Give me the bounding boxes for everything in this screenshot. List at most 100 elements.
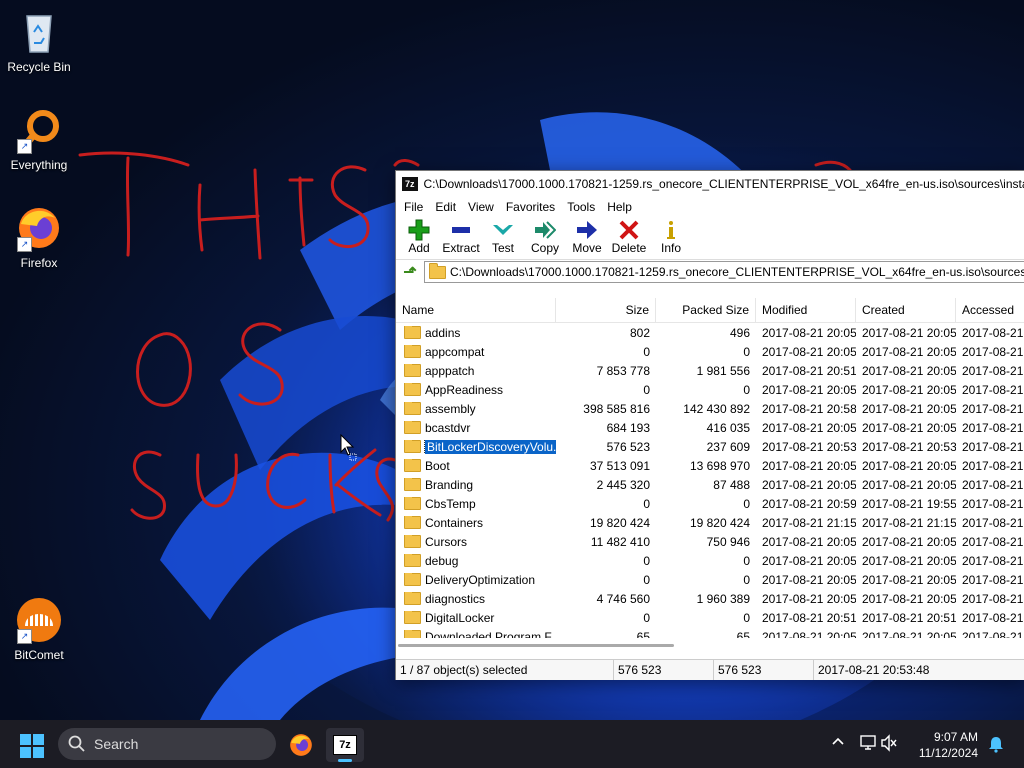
taskbar-app-7zip[interactable]: 7z bbox=[326, 728, 364, 762]
desktop-icon-recycle-bin[interactable]: Recycle Bin bbox=[1, 8, 77, 74]
taskbar-search-box[interactable]: Search bbox=[58, 728, 276, 760]
file-row[interactable]: Branding 2 445 320 87 488 2017-08-21 20:05 2… bbox=[396, 475, 1024, 494]
file-row[interactable]: AppReadiness 0 0 2017-08-21 20:05 2017-08-21… bbox=[396, 380, 1024, 399]
start-button[interactable] bbox=[20, 734, 44, 758]
desktop-icon-bitcomet[interactable]: ↗ BitComet bbox=[1, 596, 77, 662]
file-accessed: 2017-08-21 ... bbox=[962, 629, 1024, 639]
file-modified: 2017-08-21 20:05 bbox=[762, 458, 856, 473]
volume-muted-icon bbox=[881, 734, 897, 752]
file-row[interactable]: Containers 19 820 424 19 820 424 2017-08-21… bbox=[396, 513, 1024, 532]
column-header-name[interactable]: Name bbox=[396, 298, 556, 322]
file-modified: 2017-08-21 20:58 bbox=[762, 401, 856, 416]
folder-icon bbox=[404, 629, 421, 638]
7zip-file-manager-window[interactable]: 7z C:\Downloads\17000.1000.170821-1259.r… bbox=[395, 170, 1024, 680]
file-modified: 2017-08-21 20:05 bbox=[762, 477, 856, 492]
column-header-accessed[interactable]: Accessed bbox=[956, 298, 1024, 322]
file-row[interactable]: DeliveryOptimization 0 0 2017-08-21 20:05 20… bbox=[396, 570, 1024, 589]
taskbar-clock[interactable]: 9:07 AM 11/12/2024 bbox=[908, 729, 978, 761]
show-hidden-icons-button[interactable] bbox=[830, 734, 846, 753]
move-button[interactable]: Move bbox=[566, 217, 608, 259]
file-name: Boot bbox=[425, 458, 450, 473]
desktop-icon-everything[interactable]: ↗ Everything bbox=[1, 106, 77, 172]
file-size: 65 bbox=[636, 629, 650, 639]
windows-logo-icon bbox=[20, 734, 44, 758]
notifications-button[interactable] bbox=[988, 735, 1004, 756]
info-button[interactable]: Info bbox=[650, 217, 692, 259]
horizontal-scrollbar[interactable] bbox=[396, 641, 1024, 649]
up-folder-button[interactable]: ⬏ bbox=[396, 261, 424, 283]
column-header-created[interactable]: Created bbox=[856, 298, 956, 322]
file-modified: 2017-08-21 21:15 bbox=[762, 515, 856, 530]
folder-icon bbox=[404, 591, 421, 605]
column-header-size[interactable]: Size bbox=[556, 298, 656, 322]
file-name: addins bbox=[425, 325, 461, 340]
file-modified: 2017-08-21 20:05 bbox=[762, 325, 856, 340]
file-name-cell: bcastdvr bbox=[396, 420, 556, 435]
file-accessed: 2017-08-21 ... bbox=[962, 515, 1024, 530]
file-accessed: 2017-08-21 ... bbox=[962, 534, 1024, 549]
file-name: AppReadiness bbox=[425, 382, 504, 397]
menu-file[interactable]: File bbox=[398, 200, 429, 214]
taskbar-app-firefox[interactable] bbox=[282, 728, 320, 762]
delete-button[interactable]: Delete bbox=[608, 217, 650, 259]
up-arrow-icon: ⬏ bbox=[403, 264, 417, 281]
file-name-cell: diagnostics bbox=[396, 591, 556, 606]
shortcut-arrow-icon: ↗ bbox=[17, 629, 32, 644]
file-row[interactable]: bcastdvr 684 193 416 035 2017-08-21 20:05 20… bbox=[396, 418, 1024, 437]
file-name-cell: Downloaded Program F... bbox=[396, 629, 556, 639]
folder-icon bbox=[404, 610, 421, 624]
menu-favorites[interactable]: Favorites bbox=[500, 200, 561, 214]
network-icon bbox=[860, 735, 876, 750]
file-packed-size: 13 698 970 bbox=[689, 458, 750, 473]
menu-help[interactable]: Help bbox=[601, 200, 638, 214]
file-packed-size: 0 bbox=[743, 572, 750, 587]
file-size: 7 853 778 bbox=[596, 363, 650, 378]
file-row[interactable]: DigitalLocker 0 0 2017-08-21 20:51 2017-08-2… bbox=[396, 608, 1024, 627]
file-packed-size: 19 820 424 bbox=[689, 515, 750, 530]
file-accessed: 2017-08-21 ... bbox=[962, 344, 1024, 359]
file-row[interactable]: CbsTemp 0 0 2017-08-21 20:59 2017-08-21 19:5… bbox=[396, 494, 1024, 513]
add-button[interactable]: Add bbox=[398, 217, 440, 259]
file-list[interactable]: Name Size Packed Size Modified Created A… bbox=[396, 298, 1024, 638]
status-size: 576 523 bbox=[614, 660, 714, 680]
extract-button[interactable]: Extract bbox=[440, 217, 482, 259]
test-button[interactable]: Test bbox=[482, 217, 524, 259]
menu-bar: File Edit View Favorites Tools Help bbox=[396, 197, 1024, 217]
file-size: 19 820 424 bbox=[589, 515, 650, 530]
file-row[interactable]: Boot 37 513 091 13 698 970 2017-08-21 20:05… bbox=[396, 456, 1024, 475]
address-path: C:\Downloads\17000.1000.170821-1259.rs_o… bbox=[450, 265, 1024, 279]
column-header-modified[interactable]: Modified bbox=[756, 298, 856, 322]
menu-edit[interactable]: Edit bbox=[429, 200, 462, 214]
file-packed-size: 142 430 892 bbox=[683, 401, 750, 416]
firefox-icon: ↗ bbox=[15, 204, 63, 252]
column-header-packed-size[interactable]: Packed Size bbox=[656, 298, 756, 322]
file-name: Downloaded Program F... bbox=[425, 629, 556, 639]
info-icon bbox=[650, 219, 692, 241]
menu-tools[interactable]: Tools bbox=[561, 200, 601, 214]
file-accessed: 2017-08-21 ... bbox=[962, 553, 1024, 568]
file-row[interactable]: addins 802 496 2017-08-21 20:05 2017-08-21 2… bbox=[396, 323, 1024, 342]
file-row[interactable]: Downloaded Program F... 65 65 2017-08-21 20… bbox=[396, 627, 1024, 638]
file-name-cell: Boot bbox=[396, 458, 556, 473]
address-field[interactable]: C:\Downloads\17000.1000.170821-1259.rs_o… bbox=[424, 261, 1024, 283]
network-volume-button[interactable] bbox=[860, 734, 900, 755]
file-row[interactable]: BitLockerDiscoveryVolu... 576 523 237 609 2… bbox=[396, 437, 1024, 456]
file-list-rows: addins 802 496 2017-08-21 20:05 2017-08-21 2… bbox=[396, 323, 1024, 638]
file-name: debug bbox=[425, 553, 459, 568]
file-name: Containers bbox=[425, 515, 484, 530]
file-row[interactable]: apppatch 7 853 778 1 981 556 2017-08-21 20:… bbox=[396, 361, 1024, 380]
file-row[interactable]: assembly 398 585 816 142 430 892 2017-08-21… bbox=[396, 399, 1024, 418]
file-name: appcompat bbox=[425, 344, 485, 359]
file-created: 2017-08-21 20:05 bbox=[862, 325, 956, 340]
file-row[interactable]: debug 0 0 2017-08-21 20:05 2017-08-21 20:05 2… bbox=[396, 551, 1024, 570]
desktop-icon-firefox[interactable]: ↗ Firefox bbox=[1, 204, 77, 270]
file-row[interactable]: Cursors 11 482 410 750 946 2017-08-21 20:05… bbox=[396, 532, 1024, 551]
scrollbar-thumb[interactable] bbox=[398, 644, 674, 647]
file-row[interactable]: diagnostics 4 746 560 1 960 389 2017-08-21 … bbox=[396, 589, 1024, 608]
menu-view[interactable]: View bbox=[462, 200, 500, 214]
file-packed-size: 1 960 389 bbox=[696, 591, 750, 606]
copy-button[interactable]: Copy bbox=[524, 217, 566, 259]
file-row[interactable]: appcompat 0 0 2017-08-21 20:05 2017-08-21 20… bbox=[396, 342, 1024, 361]
file-size: 37 513 091 bbox=[589, 458, 650, 473]
title-bar[interactable]: 7z C:\Downloads\17000.1000.170821-1259.r… bbox=[396, 171, 1024, 197]
